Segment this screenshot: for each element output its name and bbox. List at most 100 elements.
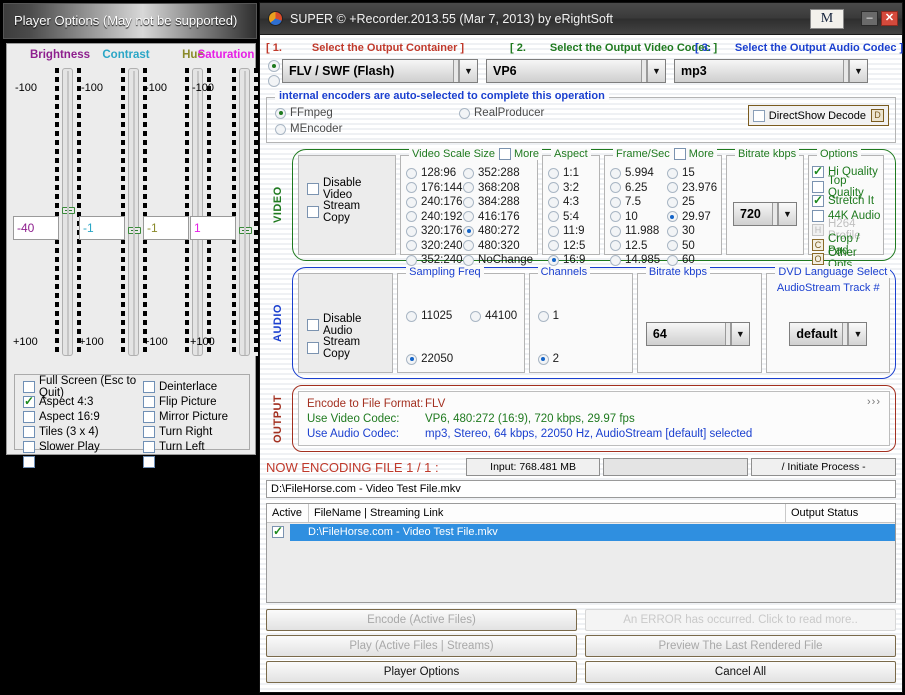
radio-fps-11-988[interactable]: 11.988 [610,224,667,239]
slider-value-contrast[interactable]: -1 [79,216,125,240]
radio-dot[interactable] [666,211,678,223]
radio-dot[interactable] [406,310,418,322]
radio-dot[interactable] [666,254,678,266]
radio-dot[interactable] [459,107,470,119]
radio-fps-5-994[interactable]: 5.994 [610,166,667,181]
radio-dot[interactable] [666,225,678,237]
source-mode-radio-group[interactable] [266,59,282,87]
checkbox-faster-play[interactable]: Faster Play [23,454,141,469]
checkbox-aspect-16-9[interactable]: Aspect 16:9 [23,409,141,424]
radio-dot[interactable] [610,225,621,237]
slider-saturation[interactable]: -100 +100 1 [190,68,258,356]
radio-384-288[interactable]: 384:288 [463,195,533,210]
radio-fps-15[interactable]: 15 [666,166,718,181]
checkbox-box[interactable] [307,205,319,218]
table-row[interactable]: D:\FileHorse.com - Video Test File.mkv [267,523,895,541]
radio-368-208[interactable]: 368:208 [463,181,533,196]
radio-240-176[interactable]: 240:176 [406,195,463,210]
slider-contrast[interactable]: -100 +100 -1 [77,68,147,356]
radio-aspect-1-1[interactable]: 1:1 [548,166,596,181]
output-summary[interactable]: Encode to File Format: FLV Use Video Cod… [298,391,890,446]
radio-source-file[interactable] [268,60,280,72]
radio-fps-29-97[interactable]: 29.97 [666,210,718,225]
radio-fps-25[interactable]: 25 [666,195,718,210]
radio-dot[interactable] [463,196,475,208]
radio-channels-1[interactable]: 1 [537,309,559,324]
radio-dot[interactable] [548,167,559,179]
checkbox-box[interactable] [23,394,35,408]
radio-sampling-11025[interactable]: 11025 [406,309,452,324]
radio-dot[interactable] [463,254,475,266]
slider-thumb-contrast[interactable] [128,227,141,234]
file-row-name[interactable]: D:\FileHorse.com - Video Test File.mkv [290,523,895,541]
radio-dot[interactable] [406,225,417,237]
radio-320-240[interactable]: 320:240 [406,239,463,254]
checkbox-row-active[interactable] [272,524,284,538]
checkbox-box[interactable] [812,209,824,222]
slider-value-brightness[interactable]: -40 [13,216,59,240]
radio-dot[interactable] [610,167,621,179]
radio-dot[interactable] [548,254,559,266]
radio-realproducer[interactable]: RealProducer [459,105,544,121]
player-options-button[interactable]: Player Options [266,661,577,683]
radio-240-192[interactable]: 240:192 [406,210,463,225]
radio-sampling-22050[interactable]: 22050 [406,352,453,367]
super-titlebar[interactable]: SUPER © +Recorder.2013.55 (Mar 7, 2013) … [260,3,902,35]
expand-chevrons-icon[interactable]: ››› [867,396,881,408]
play-active-files-button[interactable]: Play (Active Files | Streams) [266,635,577,657]
checkbox-audio-stream-copy[interactable]: Stream Copy [307,336,386,360]
radio-aspect-5-4[interactable]: 5:4 [548,210,596,225]
checkbox-scale-more[interactable] [498,148,511,160]
radio-fps-10[interactable]: 10 [610,210,667,225]
radio-dot[interactable] [548,211,559,223]
radio-aspect-11-9[interactable]: 11:9 [548,224,596,239]
minimize-button[interactable]: – [861,11,878,26]
slider-brightness[interactable]: -100 +100 -40 [11,68,81,356]
radio-dot[interactable] [275,123,286,135]
radio-dot[interactable] [406,254,417,266]
radio-dot[interactable] [463,240,475,252]
radio-dot[interactable] [406,353,418,365]
preview-last-rendered-button[interactable]: Preview The Last Rendered File [585,635,896,657]
radio-aspect-3-2[interactable]: 3:2 [548,181,596,196]
radio-aspect-12-5[interactable]: 12:5 [548,239,596,254]
checkbox-box[interactable] [307,319,319,332]
checkbox-top-quality[interactable]: Top Quality [812,175,881,199]
chevron-down-icon[interactable]: ▼ [849,60,867,82]
menu-m-button[interactable]: M [810,8,844,29]
radio-dot[interactable] [610,254,621,266]
slider-track-saturation[interactable] [239,68,252,356]
checkbox-box[interactable] [23,440,35,453]
radio-sampling-44100[interactable]: 44100 [470,309,517,324]
checkbox-flip-picture[interactable]: Flip Picture [143,394,253,409]
checkbox-turn-left[interactable]: Turn Left [143,439,253,454]
radio-dot[interactable] [537,353,549,365]
radio-ffmpeg[interactable]: FFmpeg [275,105,425,121]
radio-dot[interactable] [463,167,475,179]
checkbox-box[interactable] [143,380,155,393]
slider-thumb-brightness[interactable] [62,207,75,214]
radio-dot[interactable] [666,167,678,179]
radio-dot[interactable] [406,182,417,194]
checkbox-box[interactable] [23,455,35,468]
radio-dot[interactable] [406,211,417,223]
chevron-down-icon[interactable]: ▼ [647,60,665,82]
initiate-process-button[interactable]: / Initiate Process - [751,458,896,476]
radio-fps-12-5[interactable]: 12.5 [610,239,667,254]
radio-dot[interactable] [548,182,559,194]
checkbox-disable-video[interactable]: Disable Video [307,177,389,201]
radio-fps-23-976[interactable]: 23.976 [666,181,718,196]
checkbox-disable-audio[interactable]: Disable Audio [307,313,386,337]
chevron-down-icon[interactable]: ▼ [778,203,796,225]
slider-value-saturation[interactable]: 1 [190,216,236,240]
checkbox-slower-play[interactable]: Slower Play [23,439,141,454]
radio-dot[interactable] [275,107,286,119]
chevron-down-icon[interactable]: ▼ [459,60,477,82]
slider-track-contrast[interactable] [128,68,141,356]
checkbox-box[interactable] [812,180,824,193]
cancel-all-button[interactable]: Cancel All [585,661,896,683]
radio-dot[interactable] [463,225,475,237]
radio-352-288[interactable]: 352:288 [463,166,533,181]
checkbox-box[interactable] [143,455,155,468]
close-button[interactable]: ✕ [881,11,898,26]
